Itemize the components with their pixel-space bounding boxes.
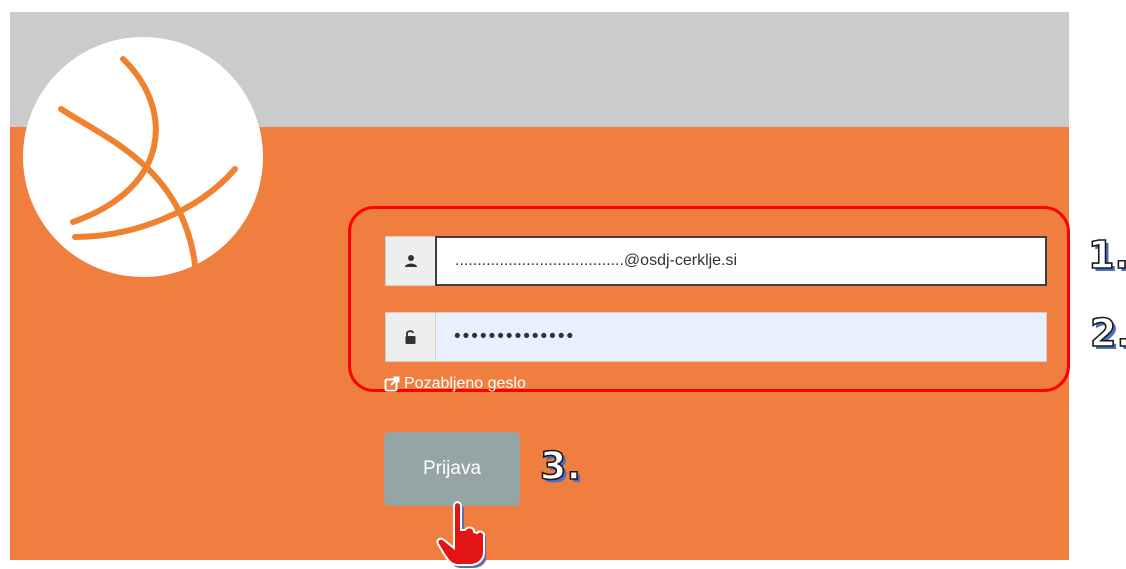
external-link-icon [384,376,400,392]
email-input-group: ......................................@o… [385,236,1047,286]
user-icon [404,255,417,267]
step-2-label: 2. [1089,310,1126,356]
forgot-password-link[interactable]: Pozabljeno geslo [384,376,526,392]
step-1-label: 1. [1087,232,1126,278]
logo [23,37,263,277]
password-input-group: •••••••••••••• [385,312,1047,362]
email-field[interactable]: ......................................@o… [435,236,1047,286]
pointer-hand-icon [436,501,486,568]
email-addon [385,236,435,286]
forgot-password-label: Pozabljeno geslo [404,376,526,392]
unlock-icon [405,330,415,344]
password-field[interactable]: •••••••••••••• [435,312,1047,362]
step-3-label: 3. [539,443,581,489]
credentials-highlight [348,206,1070,392]
logo-mark-icon [58,56,238,268]
login-button[interactable]: Prijava [384,432,520,506]
password-addon [385,312,435,362]
